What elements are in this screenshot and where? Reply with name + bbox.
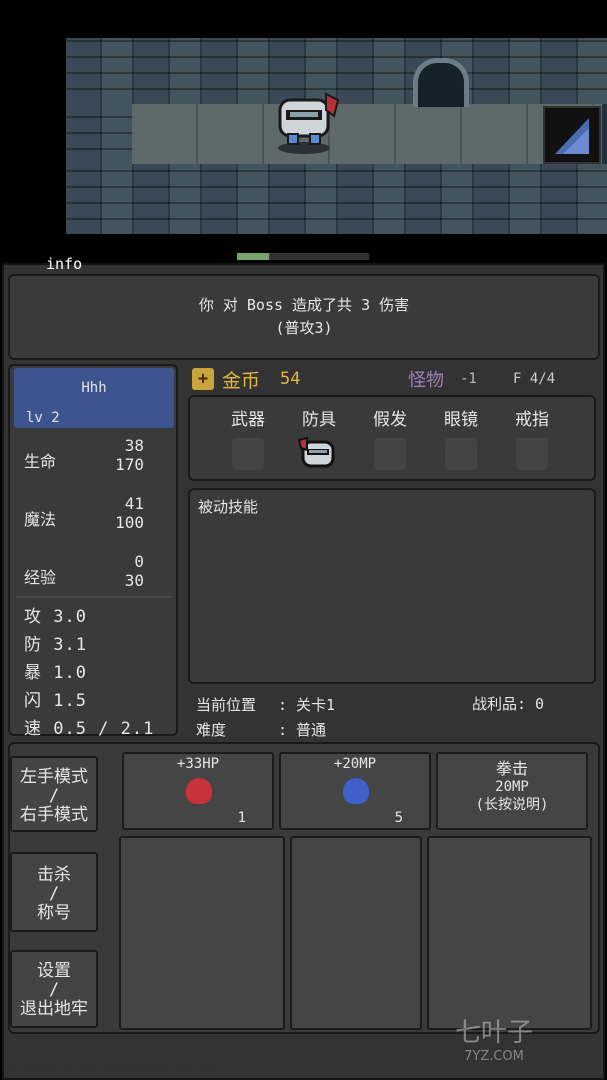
hp-potion-button[interactable]: +33HP 1	[122, 752, 274, 830]
attr-dodge: 闪 1.5	[24, 691, 87, 711]
settings-exit-button[interactable]: 设置 / 退出地牢	[10, 950, 98, 1028]
stat-mp-max: 100	[115, 513, 144, 532]
player-panel: Hhh lv 2 生命 38 170 魔法 41 100 经验 0 30 攻 3…	[8, 364, 178, 739]
move-left-button[interactable]	[119, 836, 285, 1030]
attr-defense: 防 3.1	[24, 635, 87, 655]
location-sep: :	[278, 696, 288, 714]
dungeon-wall-bottom	[66, 164, 607, 234]
dungeon-wall-left	[66, 104, 132, 164]
equip-slot-label: 眼镜	[444, 410, 478, 430]
settings-line-2: 退出地牢	[20, 999, 88, 1019]
dungeon-progress-bar	[237, 253, 369, 260]
kills-line-2: 称号	[37, 903, 71, 923]
punch-skill-label: 拳击	[495, 759, 528, 778]
monster-label: 怪物	[408, 370, 444, 391]
stat-mp-current: 41	[124, 494, 144, 513]
hand-mode-line-2: 右手模式	[20, 805, 88, 825]
move-right-button[interactable]	[427, 836, 592, 1030]
punch-skill-button[interactable]: 拳击 20MP (长按说明)	[436, 752, 588, 830]
equip-slot-label: 戒指	[515, 410, 549, 430]
punch-skill-hint: (长按说明)	[475, 797, 549, 813]
difficulty-sep: :	[278, 721, 288, 739]
equip-slot-armor[interactable]: 防具	[289, 405, 349, 479]
progress-fill	[237, 253, 269, 260]
watermark-sub: 7YZ.COM	[464, 1049, 524, 1064]
empty-slot-icon	[232, 438, 264, 470]
attr-attack: 攻 3.0	[24, 607, 87, 627]
stat-exp-max: 30	[124, 571, 144, 590]
settings-sep: /	[48, 980, 60, 1000]
monster-value: -1	[460, 371, 477, 387]
watermark-logo: 七叶子 7YZ.COM	[455, 1012, 533, 1064]
hp-potion-count: 1	[237, 810, 246, 826]
gold-label: 金币	[222, 370, 261, 392]
location-info: 当前位置: 关卡1 难度: 普通	[196, 693, 335, 743]
stat-mp-label: 魔法	[24, 510, 57, 529]
equip-slot-label: 武器	[231, 410, 265, 430]
location-value: 关卡1	[296, 696, 336, 714]
equip-slot-ring[interactable]: 戒指	[502, 405, 562, 470]
stat-exp-label: 经验	[24, 568, 57, 587]
hand-mode-button[interactable]: 左手模式 / 右手模式	[10, 756, 98, 832]
stats-divider	[16, 596, 172, 598]
loot-count: 战利品: 0	[472, 695, 545, 713]
red-potion-icon	[186, 778, 212, 804]
attr-crit: 暴 1.0	[24, 663, 87, 683]
mp-potion-count: 5	[394, 810, 403, 826]
location-label: 当前位置	[196, 696, 257, 714]
empty-slot-icon	[516, 438, 548, 470]
knight-player-icon[interactable]	[274, 90, 344, 160]
player-level: lv 2	[26, 410, 60, 426]
player-name: Hhh	[81, 380, 107, 396]
stat-hp-label: 生命	[24, 452, 57, 471]
equip-slot-weapon[interactable]: 武器	[218, 405, 278, 470]
hand-mode-sep: /	[48, 786, 60, 806]
dungeon-view	[66, 38, 607, 234]
punch-skill-cost: 20MP	[495, 779, 529, 795]
message-line-2: (普攻3)	[275, 319, 333, 337]
message-box: 你 对 Boss 造成了共 3 伤害 (普攻3)	[8, 274, 600, 360]
player-name-card[interactable]: Hhh lv 2	[14, 368, 174, 428]
message-line-1: 你 对 Boss 造成了共 3 伤害	[198, 296, 410, 314]
helmet-icon	[297, 436, 335, 468]
dungeon-floor	[132, 104, 602, 164]
stat-exp-current: 0	[134, 552, 144, 571]
version-footer: v1.0(hhh)eafd93c0d5d5a9bc9523fd7d4a1	[6, 1064, 223, 1075]
gold-value: 54	[280, 369, 301, 389]
gold-plus-icon[interactable]: +	[192, 368, 214, 390]
mp-potion-label: +20MP	[333, 756, 377, 772]
attr-speed: 速 0.5 / 2.1	[24, 719, 155, 739]
settings-line-1: 设置	[37, 961, 71, 981]
blue-potion-icon	[343, 778, 369, 804]
kills-line-1: 击杀	[37, 865, 71, 885]
empty-slot-icon	[445, 438, 477, 470]
info-label: info	[46, 255, 83, 273]
equip-slot-wig[interactable]: 假发	[360, 405, 420, 470]
floor-indicator: F 4/4	[513, 371, 556, 387]
stat-hp-current: 38	[124, 436, 144, 455]
resource-row: + 金币 54 怪物 -1 F 4/4	[190, 366, 600, 392]
equip-slot-glasses[interactable]: 眼镜	[431, 405, 491, 470]
mp-potion-button[interactable]: +20MP 5	[279, 752, 431, 830]
kills-sep: /	[48, 884, 60, 904]
equip-slot-label: 假发	[373, 410, 407, 430]
hp-potion-label: +33HP	[176, 756, 220, 772]
difficulty-label: 难度	[196, 721, 227, 739]
passive-skills-panel[interactable]: 被动技能	[188, 488, 596, 684]
door-arch[interactable]	[413, 58, 469, 107]
equip-slot-label: 防具	[302, 410, 336, 430]
difficulty-value: 普通	[296, 721, 327, 739]
watermark-text: 七叶子	[455, 1018, 534, 1048]
hand-mode-line-1: 左手模式	[20, 767, 88, 787]
stairs-icon[interactable]	[543, 106, 601, 164]
equipment-panel: 武器 防具 假发 眼镜 戒指	[188, 395, 596, 481]
stat-hp-max: 170	[115, 455, 144, 474]
action-center-button[interactable]	[290, 836, 422, 1030]
kills-titles-button[interactable]: 击杀 / 称号	[10, 852, 98, 932]
empty-slot-icon	[374, 438, 406, 470]
passive-skills-title: 被动技能	[198, 498, 259, 516]
